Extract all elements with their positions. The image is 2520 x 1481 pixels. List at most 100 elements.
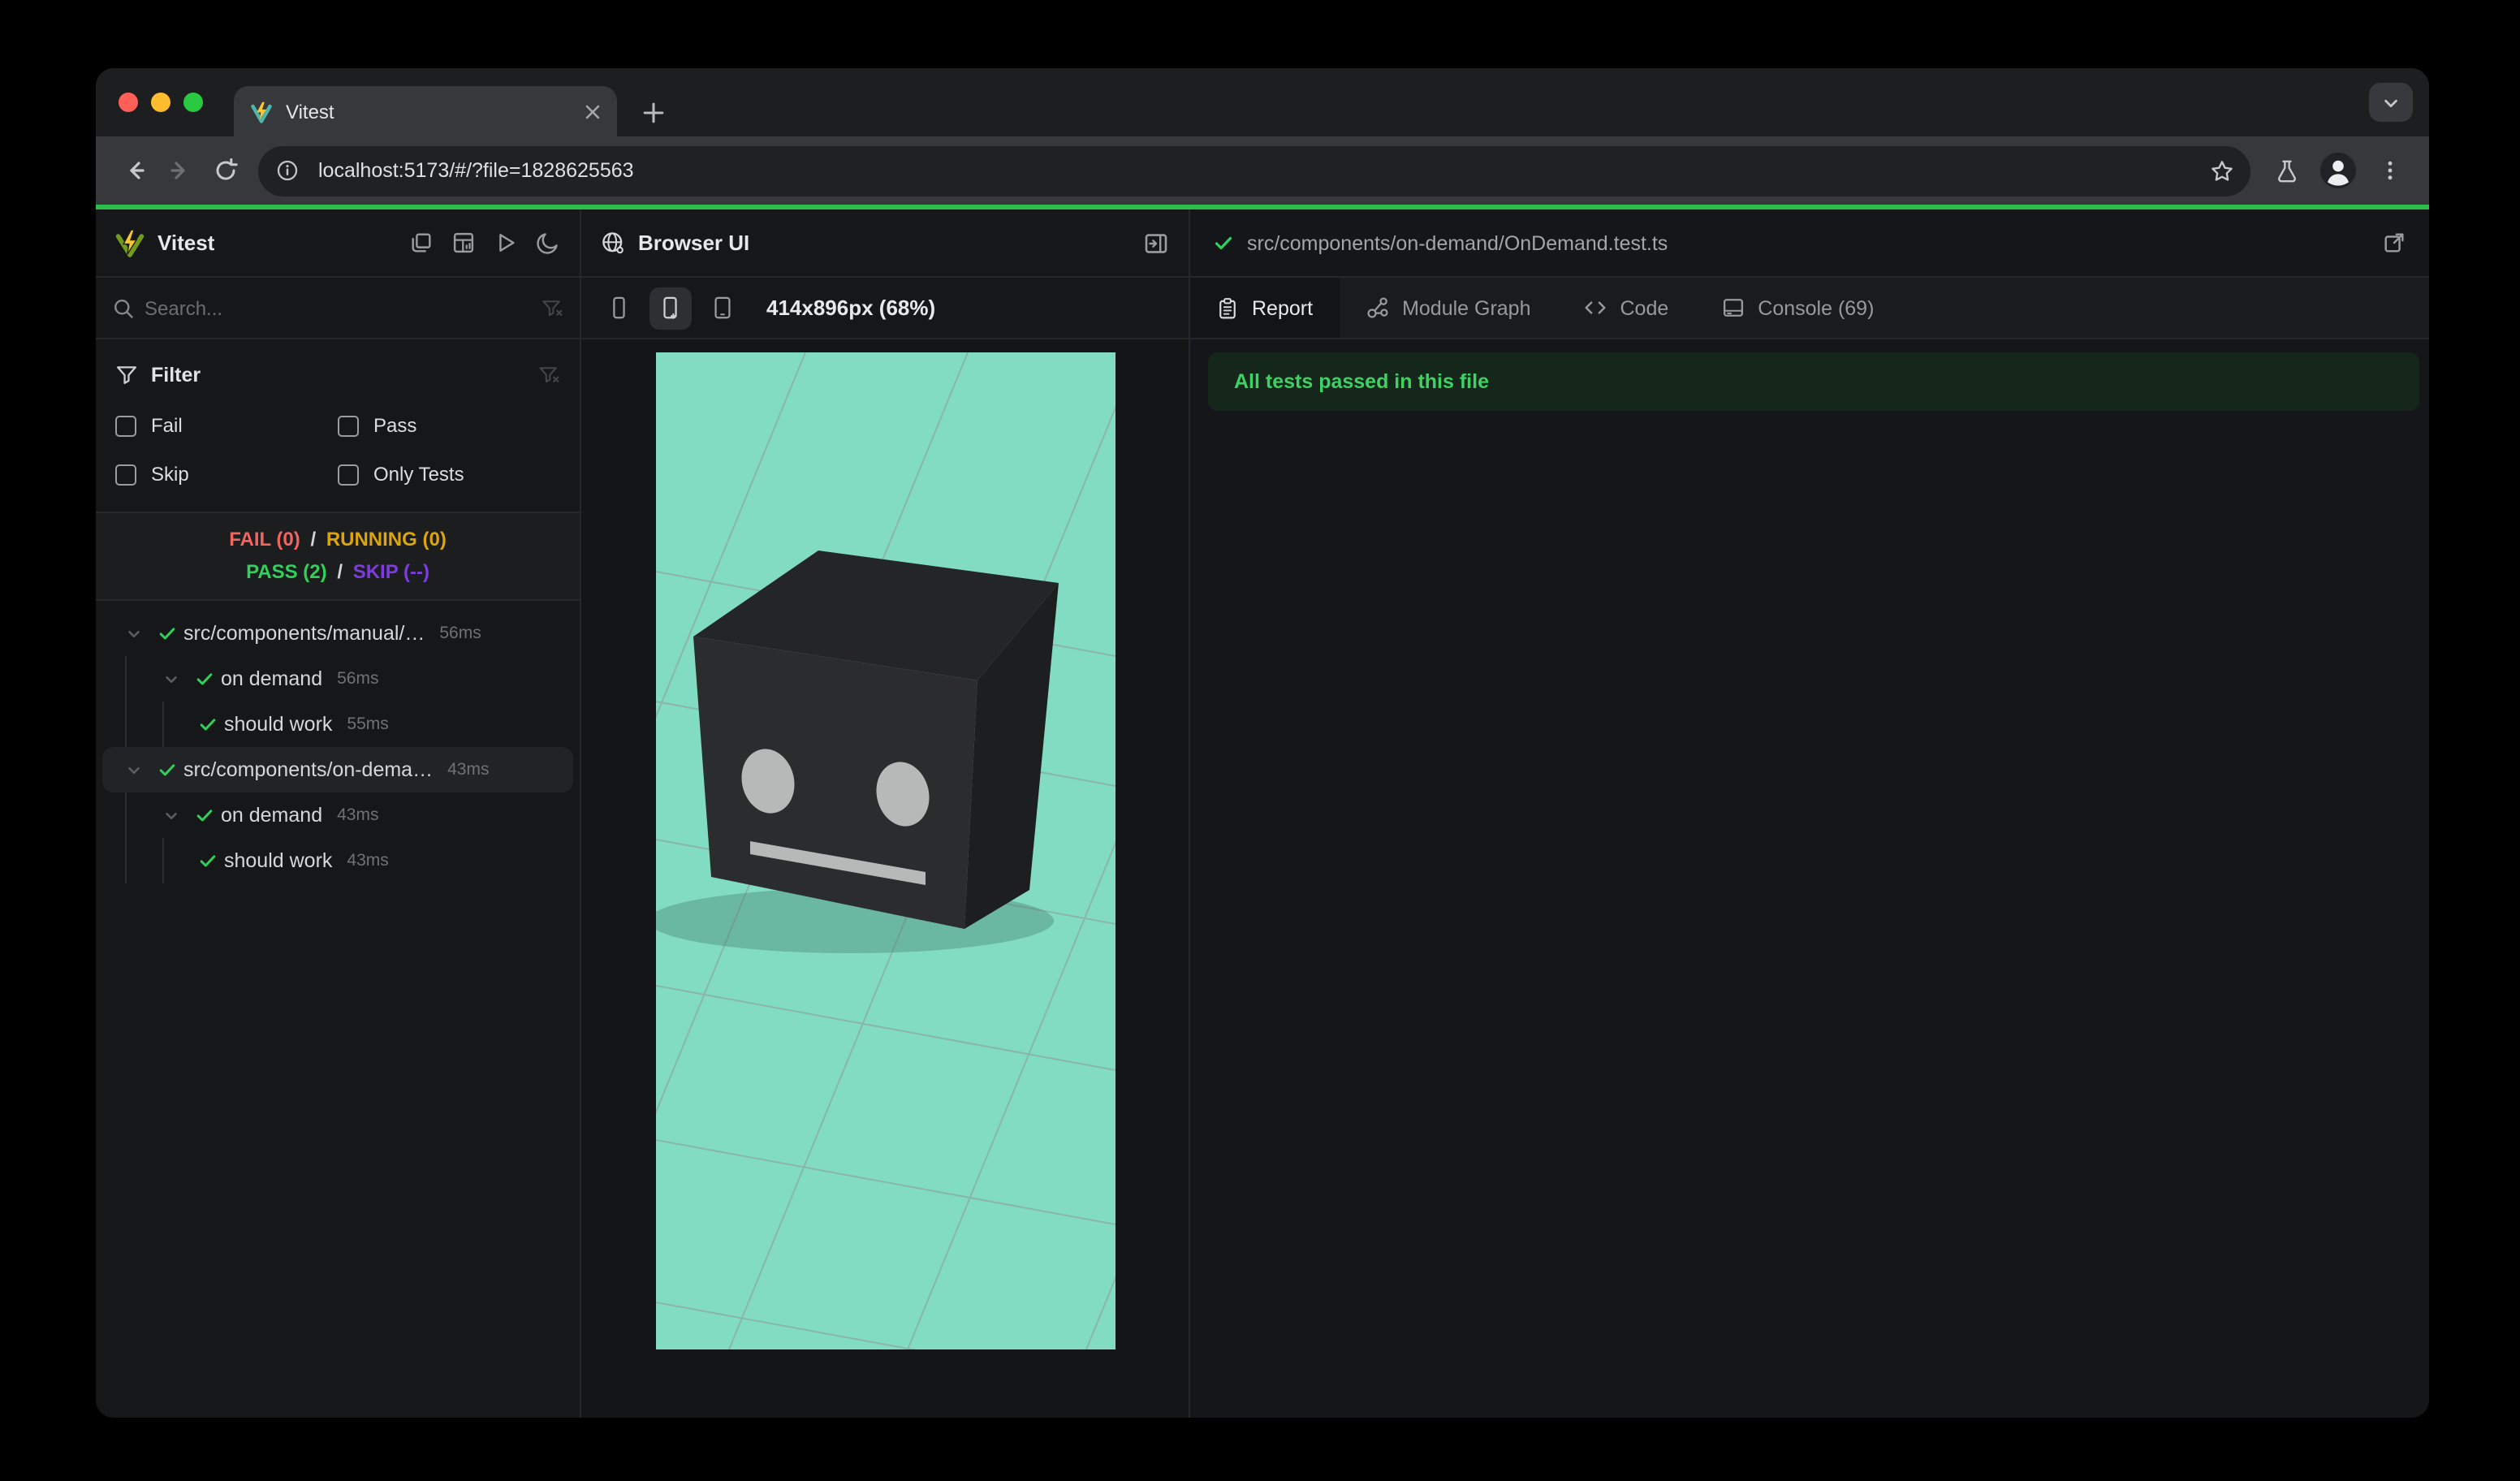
test-duration: 43ms [347, 851, 389, 870]
device-tablet-button[interactable] [701, 287, 744, 329]
clear-filter-icon[interactable] [537, 364, 560, 386]
tab-report[interactable]: Report [1190, 278, 1340, 338]
search-input[interactable] [145, 296, 531, 319]
new-tab-button[interactable] [632, 91, 674, 133]
back-button[interactable] [112, 148, 158, 193]
star-icon [2211, 160, 2232, 180]
experiments-button[interactable] [2263, 148, 2309, 193]
console-icon [1723, 299, 1743, 317]
test-file-row-selected[interactable]: src/components/on-dema… 43ms [102, 747, 573, 792]
browser-preview-panel: Browser UI 414x896px (68%) [581, 209, 1190, 1418]
tab-console[interactable]: Console (69) [1694, 278, 1900, 338]
browser-window: Vitest localhost:5173/#/?file=1828625563… [96, 68, 2429, 1418]
chevron-down-icon[interactable] [124, 624, 142, 642]
collapse-panels-icon[interactable] [409, 231, 434, 255]
tab-search-button[interactable] [2369, 83, 2413, 122]
test-duration: 55ms [347, 715, 389, 734]
traffic-lights [119, 68, 203, 136]
report-tabs: Report Module Graph Code Console (69) [1190, 278, 2429, 339]
search-row [96, 278, 580, 339]
check-icon [1215, 236, 1232, 250]
preview-title: Browser UI [638, 231, 750, 255]
checkbox-label: Skip [151, 463, 189, 486]
info-icon [277, 160, 298, 181]
vitest-sidebar: Vitest Search... Filter Fail Pass Skip O… [96, 209, 581, 1418]
url-text[interactable]: localhost:5173/#/?file=1828625563 [318, 159, 2202, 182]
clear-filter-icon[interactable] [541, 296, 563, 319]
filter-checkbox-only-tests[interactable]: Only Tests [338, 456, 560, 492]
checkbox[interactable] [338, 464, 359, 485]
filter-icon [117, 366, 136, 384]
menu-button[interactable] [2367, 148, 2413, 193]
tab-code[interactable]: Code [1557, 278, 1695, 338]
chevron-down-icon[interactable] [124, 761, 142, 779]
test-case-row[interactable]: should work 43ms [102, 838, 573, 883]
test-file-row[interactable]: src/components/manual/… 56ms [102, 611, 573, 656]
checkbox[interactable] [115, 464, 136, 485]
test-file-path[interactable]: src/components/on-demand/OnDemand.test.t… [1247, 231, 2369, 254]
bookmark-button[interactable] [2202, 151, 2241, 190]
reload-button[interactable] [203, 148, 248, 193]
filter-checkbox-pass[interactable]: Pass [338, 408, 560, 443]
checkbox-label: Only Tests [373, 463, 464, 486]
close-tab-icon[interactable] [585, 103, 601, 119]
device-phone-button-active[interactable] [649, 287, 692, 329]
filter-checkbox-skip[interactable]: Skip [115, 456, 338, 492]
checkbox[interactable] [115, 415, 136, 436]
robot-cube-scene [656, 352, 1115, 1349]
running-count: RUNNING (0) [326, 528, 447, 551]
run-all-icon[interactable] [494, 231, 518, 255]
test-tree: src/components/manual/… 56ms on demand 5… [96, 601, 580, 1418]
check-icon [196, 673, 212, 685]
avatar [2320, 153, 2356, 188]
close-window-button[interactable] [119, 93, 138, 112]
chevron-down-icon[interactable] [162, 670, 179, 688]
site-info-button[interactable] [266, 149, 309, 192]
vitest-logo [115, 228, 145, 257]
test-name: should work [224, 849, 333, 872]
globe-icon [602, 232, 624, 254]
check-icon [199, 719, 215, 731]
check-icon [158, 628, 175, 640]
fail-count: FAIL (0) [229, 528, 300, 551]
minimize-window-button[interactable] [151, 93, 170, 112]
tab-label: Report [1252, 296, 1314, 319]
device-small-button[interactable] [598, 287, 640, 329]
dark-mode-icon[interactable] [536, 231, 560, 255]
chevron-down-icon[interactable] [162, 806, 179, 824]
test-name: should work [224, 713, 333, 736]
open-external-icon[interactable] [2382, 231, 2406, 255]
viewport-size-label[interactable]: 414x896px (68%) [766, 296, 935, 320]
url-bar[interactable]: localhost:5173/#/?file=1828625563 [258, 145, 2250, 196]
check-icon [199, 855, 215, 867]
test-duration: 43ms [337, 805, 379, 825]
filter-checkbox-fail[interactable]: Fail [115, 408, 338, 443]
test-suite-row[interactable]: on demand 56ms [102, 656, 573, 702]
profile-button[interactable] [2315, 148, 2361, 193]
vitest-favicon [251, 101, 272, 123]
test-name: src/components/on-dema… [183, 758, 434, 781]
test-status-summary: FAIL (0) / RUNNING (0) PASS (2) / SKIP (… [96, 512, 580, 601]
browser-toolbar: localhost:5173/#/?file=1828625563 [96, 136, 2429, 205]
test-suite-row[interactable]: on demand 43ms [102, 792, 573, 838]
tab-module-graph[interactable]: Module Graph [1339, 278, 1556, 338]
browser-tab[interactable]: Vitest [234, 86, 617, 136]
viewport-canvas[interactable] [656, 352, 1115, 1349]
sidebar-title: Vitest [158, 231, 215, 255]
filter-title: Filter [151, 364, 201, 386]
tab-label: Console (69) [1758, 296, 1875, 319]
checkbox-label: Fail [151, 414, 183, 437]
checkbox-label: Pass [373, 414, 417, 437]
separator: / [310, 528, 317, 551]
checkbox[interactable] [338, 415, 359, 436]
clipboard-icon [1219, 297, 1236, 318]
pass-count: PASS (2) [246, 560, 327, 583]
test-case-row[interactable]: should work 55ms [102, 702, 573, 747]
dock-panel-right-icon[interactable] [1143, 230, 1169, 256]
test-name: on demand [221, 804, 323, 827]
test-duration: 56ms [337, 669, 379, 689]
forward-button[interactable] [158, 148, 203, 193]
zoom-window-button[interactable] [183, 93, 203, 112]
dashboard-icon[interactable] [451, 231, 476, 255]
tab-label: Code [1620, 296, 1669, 319]
